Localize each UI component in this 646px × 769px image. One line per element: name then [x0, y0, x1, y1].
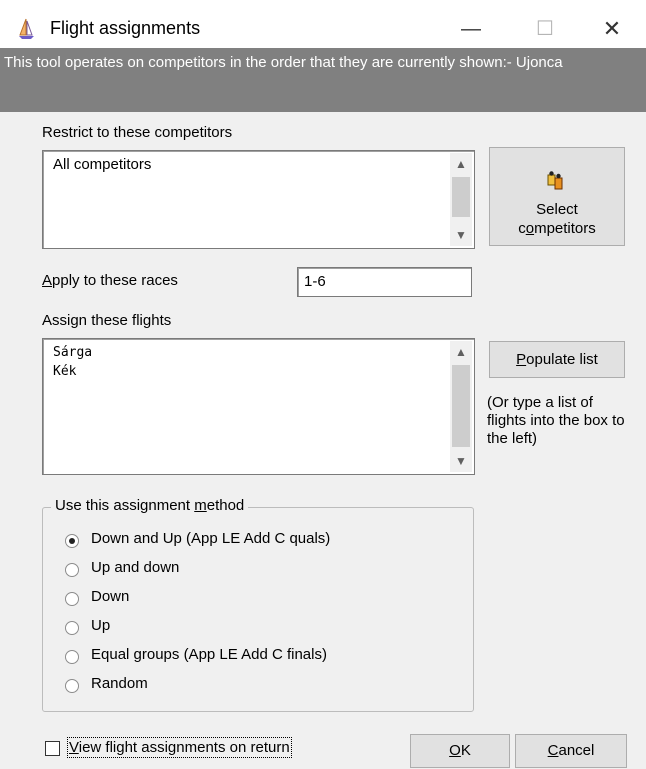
radio-button[interactable]	[65, 650, 79, 664]
flights-scrollbar[interactable]: ▲ ▼	[450, 341, 472, 472]
ok-button[interactable]: OK	[410, 734, 510, 768]
scroll-up-icon[interactable]: ▲	[450, 153, 472, 175]
select-competitors-button[interactable]: Select competitors	[489, 147, 625, 246]
view-assignments-checkbox[interactable]	[45, 741, 60, 756]
list-item[interactable]: Kék	[53, 362, 92, 381]
info-banner: This tool operates on competitors in the…	[0, 48, 646, 112]
people-icon	[546, 170, 568, 196]
radio-button[interactable]	[65, 534, 79, 548]
scroll-down-icon[interactable]: ▼	[450, 224, 472, 246]
top-strip	[0, 0, 646, 8]
competitors-listbox[interactable]: All competitors ▲ ▼	[42, 150, 475, 249]
radio-button[interactable]	[65, 563, 79, 577]
populate-list-button[interactable]: Populate list	[489, 341, 625, 378]
assignment-method-group: Use this assignment method Down and Up (…	[42, 497, 474, 712]
close-button[interactable]: ✕	[592, 14, 632, 44]
radio-button[interactable]	[65, 592, 79, 606]
flights-label: Assign these flights	[42, 312, 172, 329]
maximize-button[interactable]: ☐	[525, 14, 565, 44]
scroll-down-icon[interactable]: ▼	[450, 450, 472, 472]
list-item[interactable]: All competitors	[53, 155, 151, 174]
races-input[interactable]: 1-6	[297, 267, 472, 297]
races-label: Apply to these races	[42, 272, 178, 289]
flights-listbox[interactable]: Sárga Kék ▲ ▼	[42, 338, 475, 475]
flights-list: Sárga Kék	[53, 343, 92, 381]
cancel-button[interactable]: Cancel	[515, 734, 627, 768]
info-banner-text: This tool operates on competitors in the…	[4, 54, 563, 71]
select-button-line1: Select	[536, 201, 578, 218]
title-bar[interactable]: Flight assignments — ☐ ✕	[0, 8, 646, 48]
dialog-body: Restrict to these competitors All compet…	[0, 112, 646, 769]
scroll-up-icon[interactable]: ▲	[450, 341, 472, 363]
assignment-method-title: Use this assignment method	[51, 497, 249, 514]
competitors-list: All competitors	[53, 155, 151, 174]
view-assignments-label: View flight assignments on return	[67, 737, 292, 758]
radio-button[interactable]	[65, 621, 79, 635]
select-button-line2: competitors	[518, 220, 596, 237]
flights-hint: (Or type a list of flights into the box …	[487, 394, 625, 447]
view-assignments-checkbox-row[interactable]: View flight assignments on return	[42, 737, 342, 763]
competitors-label: Restrict to these competitors	[42, 124, 233, 141]
scroll-thumb[interactable]	[452, 365, 470, 447]
list-item[interactable]: Sárga	[53, 343, 92, 362]
radio-button[interactable]	[65, 679, 79, 693]
competitors-scrollbar[interactable]: ▲ ▼	[450, 153, 472, 246]
window-title: Flight assignments	[50, 18, 201, 38]
minimize-button[interactable]: —	[451, 14, 491, 44]
races-input-value: 1-6	[304, 273, 326, 290]
scroll-thumb[interactable]	[452, 177, 470, 217]
sailboat-icon	[18, 18, 36, 40]
